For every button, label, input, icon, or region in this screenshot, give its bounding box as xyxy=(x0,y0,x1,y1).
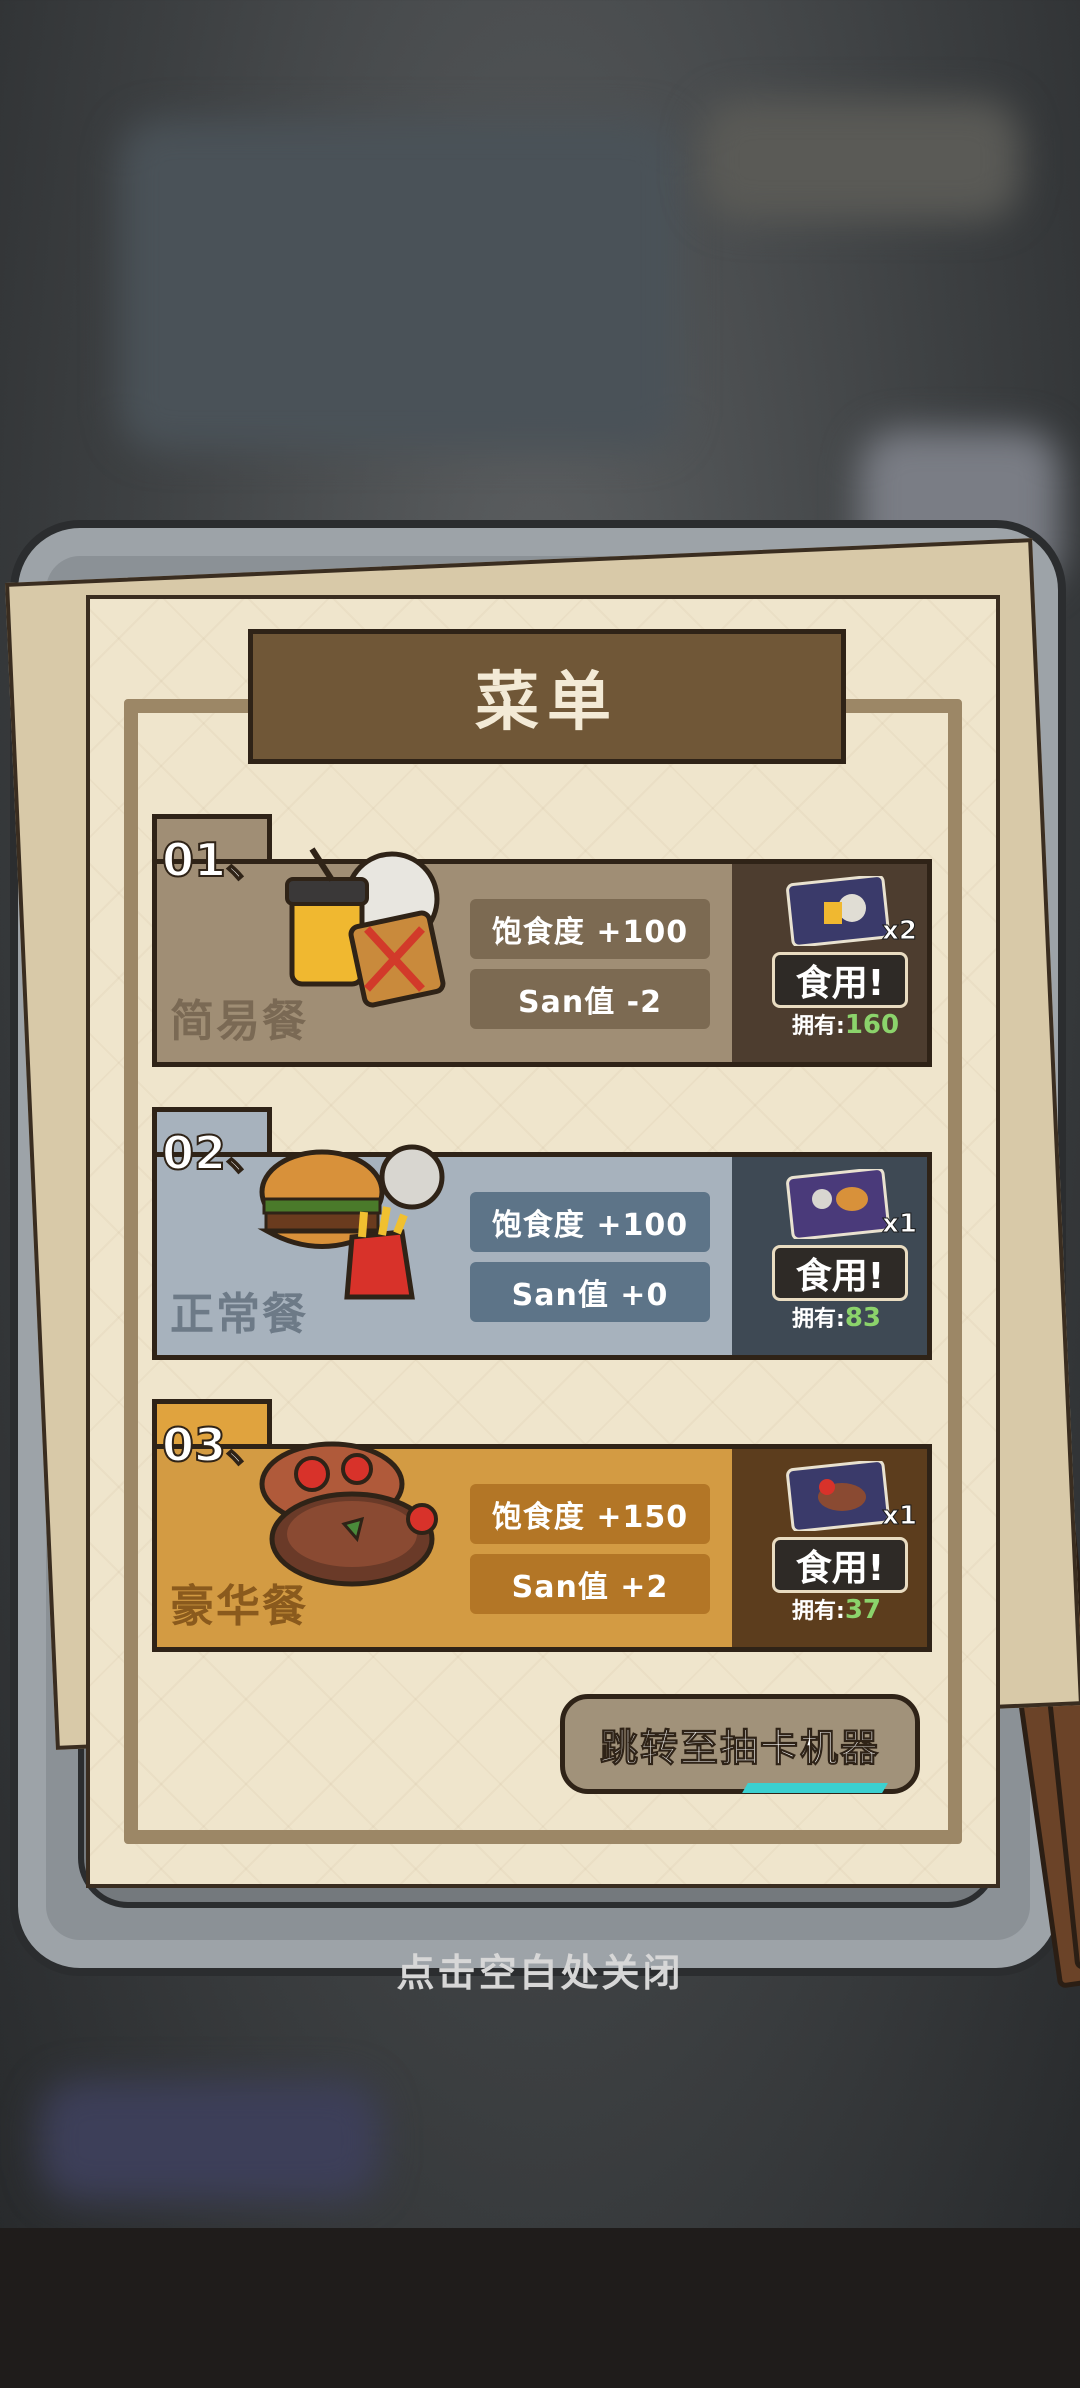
close-hint[interactable]: 点击空白处关闭 xyxy=(0,1942,1080,1997)
satiety-stat: 饱食度 +100 xyxy=(470,1192,710,1252)
meal-card-icon xyxy=(786,1461,890,1531)
owned-value: 160 xyxy=(844,1010,900,1040)
jump-button-label: 跳转至抽卡机器 xyxy=(599,1725,880,1770)
san-stat: San值 +0 xyxy=(470,1262,710,1322)
owned-label: 拥有: xyxy=(792,1599,845,1624)
owned-count: 拥有:83 xyxy=(792,1301,881,1333)
menu-title-banner: 菜单 xyxy=(248,629,846,764)
owned-value: 83 xyxy=(844,1303,881,1333)
card-quantity: x2 xyxy=(882,916,918,947)
eat-button[interactable]: 食用! xyxy=(772,1245,908,1301)
menu-panel: 菜单 01、 简易餐 饱食度 +100 San值 -2 x2 食用! 拥有:16… xyxy=(86,595,1000,1888)
san-stat: San值 +2 xyxy=(470,1554,710,1614)
deluxe-meal-icon xyxy=(259,1441,438,1587)
accent-stripe xyxy=(742,1783,888,1793)
background-blur xyxy=(40,2080,380,2200)
background-blur xyxy=(120,120,680,450)
satiety-stat: 饱食度 +150 xyxy=(470,1484,710,1544)
normal-meal-icon xyxy=(257,1144,445,1300)
owned-count: 拥有:160 xyxy=(792,1008,899,1040)
meal-card-icon xyxy=(786,1169,890,1239)
menu-title: 菜单 xyxy=(475,665,619,740)
eat-button[interactable]: 食用! xyxy=(772,952,908,1008)
owned-count: 拥有:37 xyxy=(792,1593,881,1625)
satiety-stat: 饱食度 +100 xyxy=(470,899,710,959)
meal-card-normal: 02、 正常餐 饱食度 +100 San值 +0 x1 食用! 拥有:83 xyxy=(152,1107,932,1360)
bottom-bar xyxy=(0,2228,1080,2388)
eat-panel: x1 食用! 拥有:37 xyxy=(732,1444,932,1652)
meal-card-deluxe: 03、 豪华餐 饱食度 +150 San值 +2 x1 食用! 拥有:37 xyxy=(152,1399,932,1652)
owned-label: 拥有: xyxy=(792,1014,845,1039)
eat-panel: x1 食用! 拥有:83 xyxy=(732,1152,932,1360)
owned-value: 37 xyxy=(844,1595,881,1625)
eat-button[interactable]: 食用! xyxy=(772,1537,908,1593)
eat-panel: x2 食用! 拥有:160 xyxy=(732,859,932,1067)
card-quantity: x1 xyxy=(882,1209,918,1240)
meal-card-icon xyxy=(786,876,890,946)
background-blur xyxy=(700,100,1020,220)
meal-card-simple: 01、 简易餐 饱食度 +100 San值 -2 x2 食用! 拥有:160 xyxy=(152,814,932,1067)
jump-to-gacha-button[interactable]: 跳转至抽卡机器 xyxy=(560,1694,920,1794)
owned-label: 拥有: xyxy=(792,1307,845,1332)
card-quantity: x1 xyxy=(882,1501,918,1532)
simple-meal-icon xyxy=(285,847,446,1008)
san-stat: San值 -2 xyxy=(470,969,710,1029)
